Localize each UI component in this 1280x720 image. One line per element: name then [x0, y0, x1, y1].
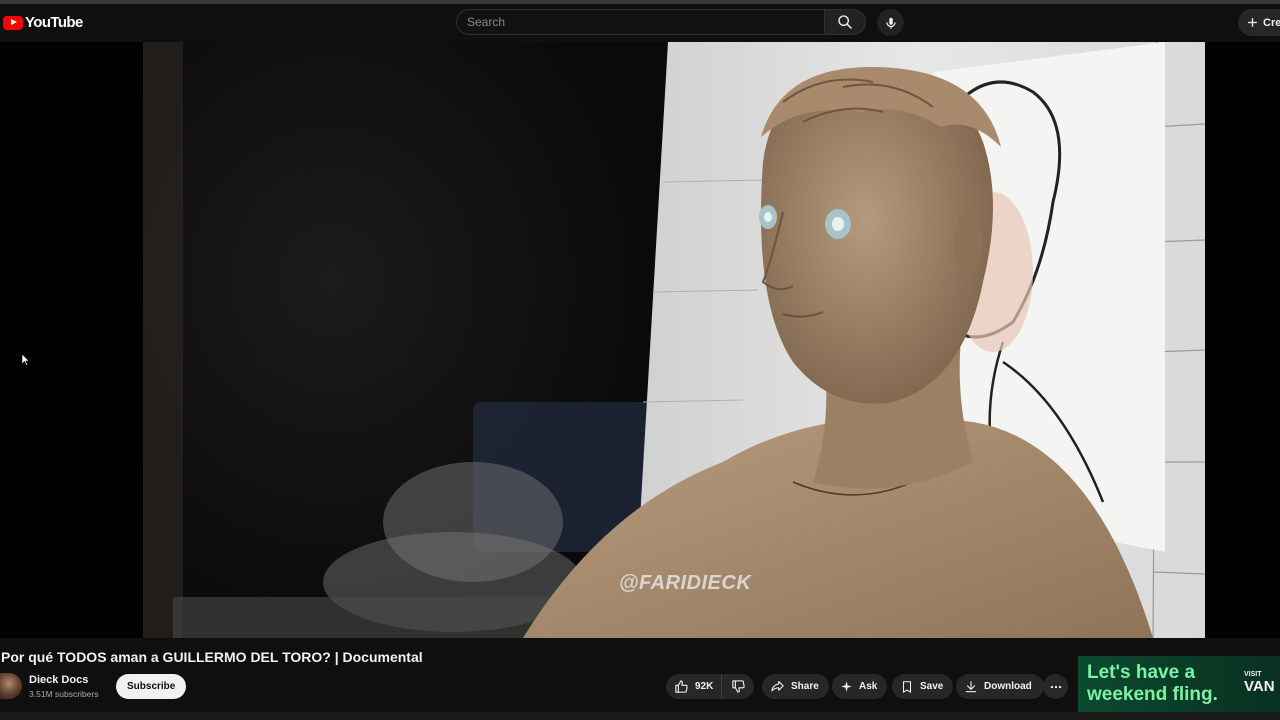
ad-headline-line1: Let's have a: [1087, 662, 1196, 683]
like-count: 92K: [695, 681, 714, 692]
search-input[interactable]: [457, 10, 824, 34]
search-box: [456, 9, 824, 35]
sidebar-ad-banner[interactable]: Let's have a weekend fling. VISIT VAN: [1078, 656, 1280, 712]
download-button[interactable]: Download: [956, 674, 1044, 699]
bottom-strip: [0, 712, 1280, 720]
download-label: Download: [984, 681, 1032, 692]
channel-name[interactable]: Dieck Docs: [29, 674, 88, 686]
share-button[interactable]: Share: [762, 674, 829, 699]
ask-button[interactable]: Ask: [832, 674, 888, 699]
create-label: Crea: [1263, 16, 1280, 29]
share-arrow-icon: [771, 680, 784, 692]
ad-visit-label: VISIT: [1244, 671, 1262, 678]
create-button[interactable]: Crea: [1238, 9, 1280, 36]
video-frame[interactable]: @FARIDIECK: [143, 42, 1205, 638]
video-still-image: [143, 42, 1205, 638]
more-actions-button[interactable]: [1043, 674, 1068, 699]
share-label: Share: [791, 681, 819, 692]
youtube-logo[interactable]: YouTube: [3, 14, 83, 31]
search-button[interactable]: [824, 9, 866, 35]
channel-avatar[interactable]: [0, 673, 22, 699]
more-horizontal-icon: [1050, 685, 1061, 688]
search-icon: [838, 15, 852, 29]
mouse-cursor-icon: [22, 354, 30, 366]
video-player[interactable]: @FARIDIECK: [0, 42, 1280, 638]
subscribe-button[interactable]: Subscribe: [116, 674, 187, 699]
subscriber-count: 3.51M subscribers: [29, 689, 99, 699]
like-button[interactable]: 92K: [666, 674, 724, 699]
ad-headline-line2: weekend fling.: [1087, 684, 1218, 705]
ask-label: Ask: [859, 681, 878, 692]
plus-icon: [1248, 18, 1257, 27]
youtube-play-icon: [3, 15, 23, 30]
download-icon: [965, 680, 977, 692]
voice-search-button[interactable]: [877, 9, 904, 36]
video-title: Por qué TODOS aman a GUILLERMO DEL TORO?…: [1, 649, 423, 665]
logo-text: YouTube: [25, 14, 83, 31]
thumbs-up-icon: [675, 680, 688, 693]
save-label: Save: [920, 681, 944, 692]
masthead: YouTube Crea: [0, 4, 1280, 42]
ad-brand: VAN: [1244, 678, 1275, 695]
bookmark-icon: [902, 680, 912, 693]
dislike-button[interactable]: [721, 674, 754, 699]
thumbs-down-icon: [731, 680, 745, 693]
sparkle-icon: [841, 681, 852, 692]
microphone-icon: [885, 17, 896, 29]
save-button[interactable]: Save: [892, 674, 954, 699]
video-watermark: @FARIDIECK: [619, 572, 752, 594]
